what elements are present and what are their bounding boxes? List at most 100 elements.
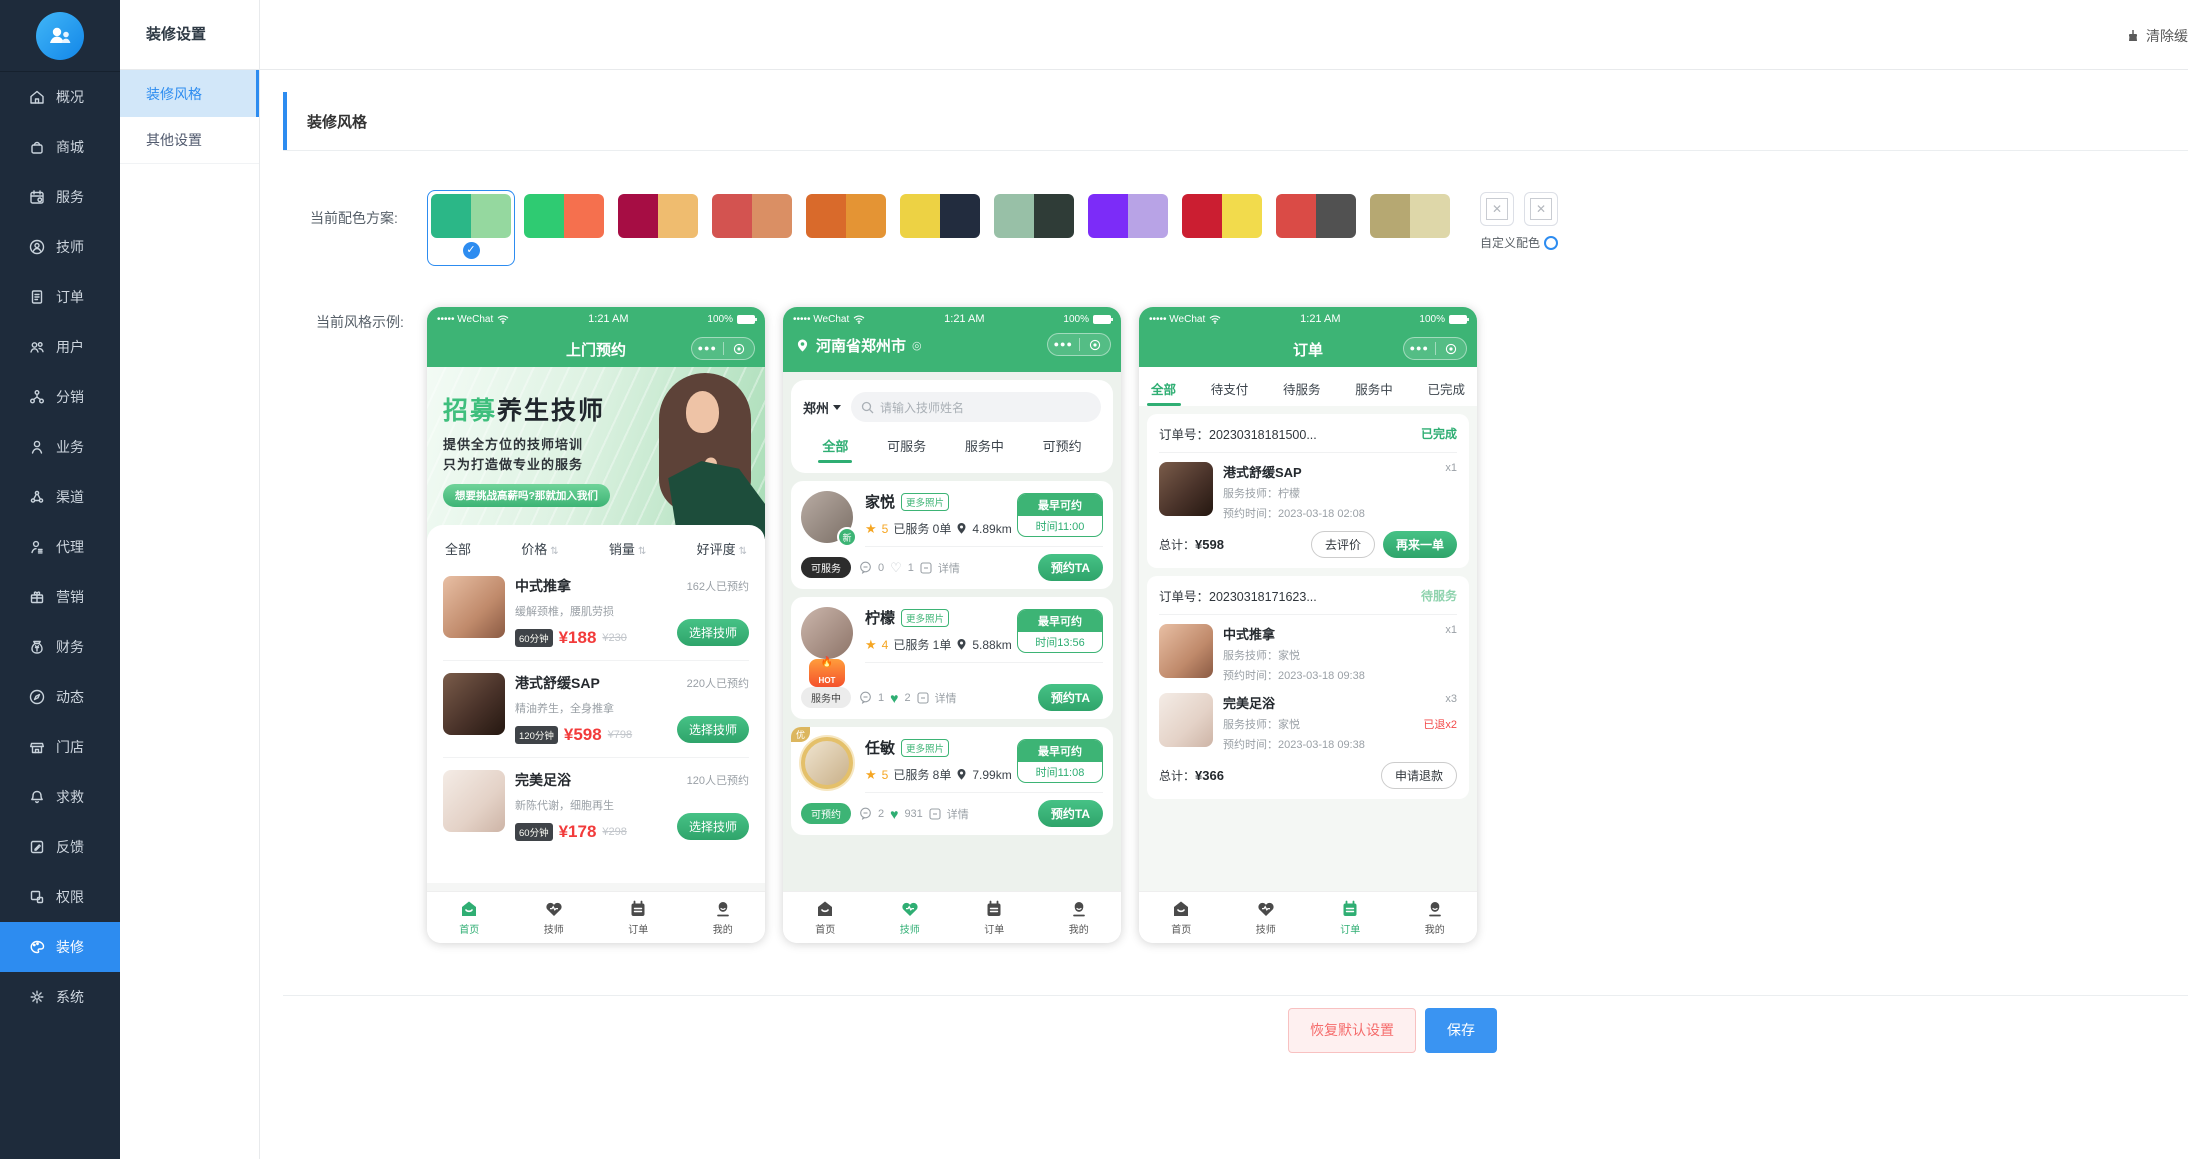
sidebar-item-overview[interactable]: 概况 <box>0 72 120 122</box>
color-scheme-option[interactable] <box>1276 194 1356 238</box>
decoration-icon <box>28 938 46 956</box>
sidebar-item-store[interactable]: 门店 <box>0 722 120 772</box>
home-tab-icon <box>459 899 479 919</box>
sidebar-item-label: 用户 <box>56 337 84 357</box>
custom-color-picker-1[interactable]: ✕ <box>1480 192 1514 226</box>
order-card: 订单号：20230318171623... 待服务 中式推拿x1 服务技师：家悦… <box>1147 576 1469 799</box>
sidebar-item-finance[interactable]: 财务 <box>0 622 120 672</box>
calendar-tab-icon <box>984 899 1004 919</box>
duration-badge: 60分钟 <box>515 823 553 841</box>
swatch-right <box>1034 194 1074 238</box>
sidebar-item-users[interactable]: 用户 <box>0 322 120 372</box>
book-button: 预约TA <box>1038 554 1103 581</box>
footer-divider <box>283 995 2188 996</box>
earliest-label: 最早可约 <box>1018 740 1102 762</box>
submenu-item-style[interactable]: 装修风格 <box>120 70 259 117</box>
order-item-time: 预约时间：2023-03-18 02:08 <box>1223 505 1365 521</box>
custom-color-picker-2[interactable]: ✕ <box>1524 192 1558 226</box>
booked-count: 220人已预约 <box>687 675 749 691</box>
sidebar-item-order[interactable]: 订单 <box>0 272 120 322</box>
status-bar: ••••• WeChat 1:21 AM 100% <box>783 307 1121 331</box>
preview-phone-orders: ••••• WeChat 1:21 AM 100% 订单 ●●● 全部 待支付 … <box>1139 307 1477 943</box>
phone-navbar: 订单 ●●● <box>1139 331 1477 367</box>
sidebar-item-channel[interactable]: 渠道 <box>0 472 120 522</box>
location-label: 河南省郑州市 <box>816 335 906 356</box>
filter-all: 全部 <box>445 539 471 558</box>
status-bar: ••••• WeChat 1:21 AM 100% <box>427 307 765 331</box>
sidebar-item-feedback[interactable]: 反馈 <box>0 822 120 872</box>
tab-mine: 我的 <box>1393 892 1478 943</box>
tab-mine: 我的 <box>681 892 766 943</box>
duration-badge: 120分钟 <box>515 726 558 744</box>
comment-icon <box>859 691 872 704</box>
clear-cache-label: 清除缓存 <box>2146 26 2188 46</box>
search-input: 请输入技师姓名 <box>851 392 1101 422</box>
swatch-left <box>431 194 471 238</box>
location-pin-icon <box>795 338 810 353</box>
save-button[interactable]: 保存 <box>1425 1008 1497 1053</box>
review-button: 去评价 <box>1311 531 1375 558</box>
tab-bar: 首页 技师 订单 我的 <box>783 891 1121 943</box>
order-item-qty: x3 <box>1445 693 1457 712</box>
earliest-time: 时间11:00 <box>1018 516 1102 536</box>
sidebar-item-distribution[interactable]: 分销 <box>0 372 120 422</box>
color-scheme-option[interactable] <box>524 194 604 238</box>
color-scheme-selected[interactable]: ✓ <box>427 190 515 266</box>
color-scheme-option[interactable] <box>994 194 1074 238</box>
new-badge: 新 <box>837 527 857 547</box>
more-photos-tag: 更多照片 <box>901 609 949 627</box>
sidebar-item-label: 代理 <box>56 537 84 557</box>
earliest-time: 时间13:56 <box>1018 632 1102 652</box>
sidebar-item-system[interactable]: 系统 <box>0 972 120 1022</box>
phone-navbar: 上门预约 ●●● <box>427 331 765 367</box>
color-scheme-option[interactable] <box>1182 194 1262 238</box>
order-number: 订单号：20230318171623... <box>1159 586 1317 605</box>
submenu-item-label: 装修风格 <box>146 84 202 104</box>
sidebar-item-service[interactable]: 服务 <box>0 172 120 222</box>
order-list: 订单号：20230318181500... 已完成 港式舒缓SAPx1 服务技师… <box>1139 406 1477 891</box>
reset-default-button[interactable]: 恢复默认设置 <box>1288 1008 1416 1053</box>
clear-cache-button[interactable]: 清除缓存 <box>2126 26 2188 46</box>
tab-all: 全部 <box>822 436 848 463</box>
color-scheme-option[interactable] <box>806 194 886 238</box>
service-photo <box>443 673 505 735</box>
color-scheme-option[interactable] <box>712 194 792 238</box>
color-scheme-option[interactable] <box>1088 194 1168 238</box>
sidebar-item-business[interactable]: 业务 <box>0 422 120 472</box>
person-tab-icon <box>713 899 733 919</box>
sidebar-item-news[interactable]: 动态 <box>0 672 120 722</box>
like-icon: ♡ <box>890 560 902 576</box>
technician-icon <box>28 238 46 256</box>
sidebar-item-technician[interactable]: 技师 <box>0 222 120 272</box>
sidebar-item-sos[interactable]: 求救 <box>0 772 120 822</box>
swatch-right <box>846 194 886 238</box>
color-swatch <box>431 194 511 238</box>
color-scheme-option[interactable] <box>1370 194 1450 238</box>
decoration-settings-page: 概况 商城 服务 技师 订单 用户 分销 业务 渠道 代理 营销 财务 动态 门… <box>0 0 2188 1159</box>
color-scheme-option[interactable] <box>900 194 980 238</box>
detail-icon <box>929 808 941 820</box>
tab-completed: 已完成 <box>1427 379 1465 406</box>
sidebar-item-permission[interactable]: 权限 <box>0 872 120 922</box>
served-count: 已服务 8单 <box>893 766 951 783</box>
total-value: ¥366 <box>1195 768 1224 783</box>
submenu-item-other[interactable]: 其他设置 <box>120 117 259 164</box>
service-photo <box>443 770 505 832</box>
order-tabs: 全部 待支付 待服务 服务中 已完成 <box>1139 367 1477 406</box>
star-icon: ★ <box>865 637 877 653</box>
custom-color-radio[interactable] <box>1544 236 1558 250</box>
calendar-tab-icon <box>1340 899 1360 919</box>
sidebar-item-decoration[interactable]: 装修 <box>0 922 120 972</box>
wifi-icon <box>853 315 865 324</box>
order-item-technician: 服务技师：柠檬 <box>1223 485 1300 501</box>
sidebar-item-marketing[interactable]: 营销 <box>0 572 120 622</box>
battery-label: 100% <box>707 314 733 325</box>
swatch-right <box>1410 194 1450 238</box>
technician-avatar: 新 <box>801 491 853 543</box>
sidebar-item-label: 财务 <box>56 637 84 657</box>
color-scheme-option[interactable] <box>618 194 698 238</box>
sidebar-item-mall[interactable]: 商城 <box>0 122 120 172</box>
sidebar-item-agent[interactable]: 代理 <box>0 522 120 572</box>
swatch-left <box>1370 194 1410 238</box>
refund-label: 已退x2 <box>1423 716 1457 732</box>
